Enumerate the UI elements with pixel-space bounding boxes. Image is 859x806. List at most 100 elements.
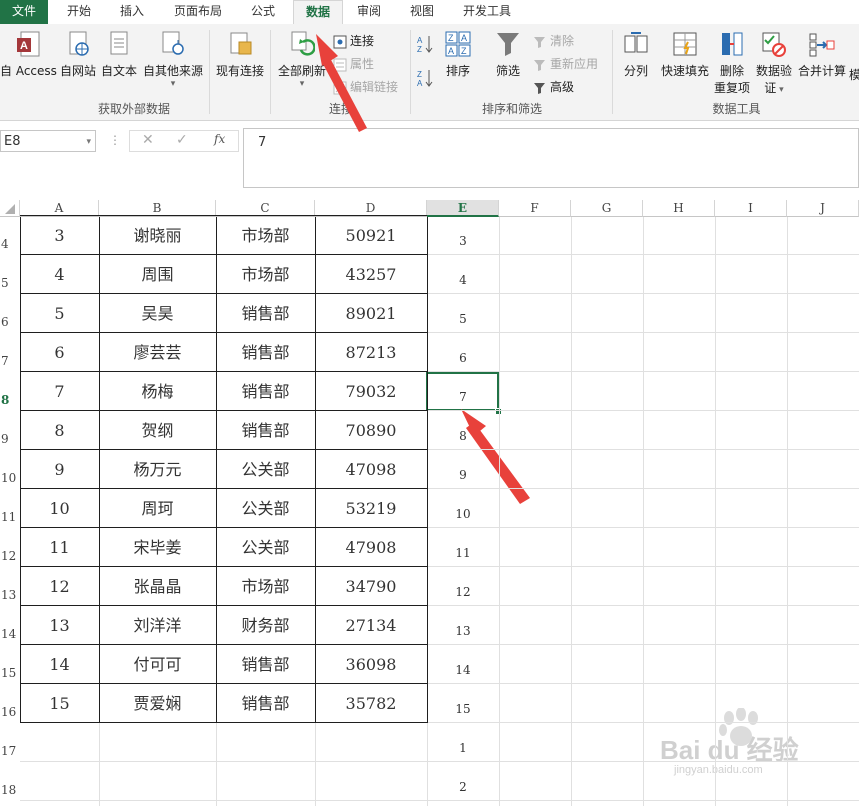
cell-d4[interactable]: 50921: [315, 225, 427, 247]
cell-b6[interactable]: 吴昊: [99, 303, 216, 325]
name-box[interactable]: E8 ▾: [0, 130, 96, 152]
cell-d12[interactable]: 47908: [315, 537, 427, 559]
cancel-icon[interactable]: ✕: [142, 132, 154, 148]
cell-c7[interactable]: 销售部: [216, 342, 315, 364]
properties-button[interactable]: 属性: [333, 55, 374, 72]
cell-a15[interactable]: 14: [20, 654, 99, 676]
cell-a10[interactable]: 9: [20, 459, 99, 481]
cell-c10[interactable]: 公关部: [216, 459, 315, 481]
row-header-17[interactable]: 17: [0, 744, 21, 758]
cell-e11[interactable]: 10: [427, 507, 499, 521]
filter-button[interactable]: 筛选: [490, 30, 526, 79]
cell-d5[interactable]: 43257: [315, 264, 427, 286]
formula-input[interactable]: 7: [243, 128, 859, 188]
edit-links-button[interactable]: 编辑链接: [333, 78, 398, 95]
cell-d16[interactable]: 35782: [315, 693, 427, 715]
cell-b7[interactable]: 廖芸芸: [99, 342, 216, 364]
row-header-4[interactable]: 4: [0, 237, 21, 251]
from-access-button[interactable]: A 自 Access: [0, 30, 57, 79]
cell-e6[interactable]: 5: [427, 312, 499, 326]
data-model-button[interactable]: 模: [849, 66, 859, 83]
cell-a11[interactable]: 10: [20, 498, 99, 520]
more-options-icon[interactable]: ⋮: [109, 133, 121, 147]
sort-button[interactable]: ZAAZ 排序: [440, 30, 476, 79]
cell-e13[interactable]: 12: [427, 585, 499, 599]
row-header-8[interactable]: 8: [0, 393, 21, 407]
cell-b8[interactable]: 杨梅: [99, 381, 216, 403]
tab-page-layout[interactable]: 页面布局: [165, 0, 231, 24]
cell-e16[interactable]: 15: [427, 702, 499, 716]
from-text-button[interactable]: 自文本: [99, 30, 139, 79]
text-to-columns-button[interactable]: 分列: [618, 30, 654, 79]
cell-e9[interactable]: 8: [427, 429, 499, 443]
row-header-9[interactable]: 9: [0, 432, 21, 446]
cell-a14[interactable]: 13: [20, 615, 99, 637]
row-header-12[interactable]: 12: [0, 549, 21, 563]
row-header-11[interactable]: 11: [0, 510, 21, 524]
cell-a12[interactable]: 11: [20, 537, 99, 559]
cell-d14[interactable]: 27134: [315, 615, 427, 637]
cell-b13[interactable]: 张晶晶: [99, 576, 216, 598]
from-other-sources-button[interactable]: 自其他来源 ▾: [140, 30, 206, 89]
cell-a9[interactable]: 8: [20, 420, 99, 442]
worksheet-grid[interactable]: A B C D E F G H I J Bai du 经验 jingyan.ba…: [0, 200, 859, 806]
flash-fill-button[interactable]: 快速填充: [657, 30, 713, 79]
tab-insert[interactable]: 插入: [110, 0, 154, 24]
tab-file[interactable]: 文件: [0, 0, 48, 24]
row-header-16[interactable]: 16: [0, 705, 21, 719]
tab-view[interactable]: 视图: [400, 0, 444, 24]
cell-c13[interactable]: 市场部: [216, 576, 315, 598]
cell-e4[interactable]: 3: [427, 234, 499, 248]
cell-b4[interactable]: 谢晓丽: [99, 225, 216, 247]
cell-d8[interactable]: 79032: [315, 381, 427, 403]
reapply-button[interactable]: 重新应用: [533, 55, 598, 72]
cell-d6[interactable]: 89021: [315, 303, 427, 325]
insert-function-icon[interactable]: fx: [214, 132, 225, 146]
cell-e14[interactable]: 13: [427, 624, 499, 638]
cell-e17[interactable]: 1: [427, 741, 499, 755]
cell-e12[interactable]: 11: [427, 546, 499, 560]
cell-a6[interactable]: 5: [20, 303, 99, 325]
tab-formulas[interactable]: 公式: [240, 0, 286, 24]
tab-developer[interactable]: 开发工具: [454, 0, 520, 24]
row-header-6[interactable]: 6: [0, 315, 21, 329]
cell-b14[interactable]: 刘洋洋: [99, 615, 216, 637]
cell-b11[interactable]: 周珂: [99, 498, 216, 520]
data-validation-button[interactable]: 数据验 证 ▾: [754, 30, 794, 96]
tab-review[interactable]: 审阅: [347, 0, 391, 24]
cell-c15[interactable]: 销售部: [216, 654, 315, 676]
row-header-13[interactable]: 13: [0, 588, 21, 602]
cell-c11[interactable]: 公关部: [216, 498, 315, 520]
cell-d9[interactable]: 70890: [315, 420, 427, 442]
tab-home[interactable]: 开始: [57, 0, 101, 24]
remove-duplicates-button[interactable]: 删除 重复项: [712, 30, 752, 96]
confirm-icon[interactable]: ✓: [176, 132, 188, 148]
cell-a13[interactable]: 12: [20, 576, 99, 598]
cell-e10[interactable]: 9: [427, 468, 499, 482]
connections-button[interactable]: 连接: [333, 32, 374, 49]
cell-d7[interactable]: 87213: [315, 342, 427, 364]
consolidate-button[interactable]: 合并计算: [796, 30, 848, 79]
cell-a8[interactable]: 7: [20, 381, 99, 403]
chevron-down-icon[interactable]: ▾: [86, 131, 91, 153]
cell-d13[interactable]: 34790: [315, 576, 427, 598]
cell-b12[interactable]: 宋毕姜: [99, 537, 216, 559]
cell-c6[interactable]: 销售部: [216, 303, 315, 325]
cell-b9[interactable]: 贺纲: [99, 420, 216, 442]
cell-d10[interactable]: 47098: [315, 459, 427, 481]
cell-d11[interactable]: 53219: [315, 498, 427, 520]
row-header-18[interactable]: 18: [0, 783, 21, 797]
existing-connections-button[interactable]: 现有连接: [214, 30, 266, 79]
cell-c16[interactable]: 销售部: [216, 693, 315, 715]
row-header-5[interactable]: 5: [0, 276, 21, 290]
cell-e7[interactable]: 6: [427, 351, 499, 365]
row-header-15[interactable]: 15: [0, 666, 21, 680]
cell-a4[interactable]: 3: [20, 225, 99, 247]
tab-data[interactable]: 数据: [293, 0, 343, 25]
cell-d15[interactable]: 36098: [315, 654, 427, 676]
clear-filter-button[interactable]: 清除: [533, 32, 574, 49]
advanced-filter-button[interactable]: 高级: [533, 78, 574, 95]
cell-e15[interactable]: 14: [427, 663, 499, 677]
from-web-button[interactable]: 自网站: [58, 30, 98, 79]
row-header-7[interactable]: 7: [0, 354, 21, 368]
